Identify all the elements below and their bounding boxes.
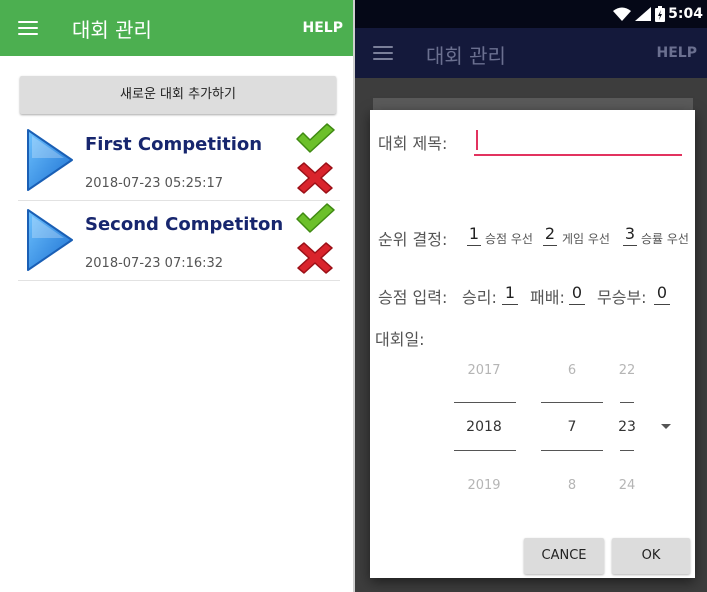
title-input[interactable] — [474, 128, 682, 156]
month-prev[interactable]: 6 — [542, 363, 602, 378]
delete-icon[interactable] — [294, 242, 336, 274]
rank-order-3-text: 승률 우선 — [641, 232, 689, 246]
rank-order-3-clip: 승률 우선 — [641, 230, 691, 247]
points-label: 승점 입력: — [378, 288, 448, 307]
app-bar: 대회 관리 HELP — [0, 0, 353, 56]
ok-button[interactable]: OK — [612, 538, 690, 574]
rank-label: 순위 결정: — [378, 230, 448, 249]
wifi-icon — [613, 7, 631, 21]
text-cursor — [476, 130, 478, 150]
draw-label: 무승부: — [597, 288, 647, 307]
day-divider-bottom — [620, 450, 634, 451]
competition-list-screen: 대회 관리 HELP 새로운 대회 추가하기 First Competition… — [0, 0, 353, 592]
competition-name: Second Competiton — [85, 214, 284, 235]
year-divider-bottom — [454, 450, 516, 451]
add-competition-button[interactable]: 새로운 대회 추가하기 — [20, 76, 336, 114]
rank-order-1-text: 승점 우선 — [485, 232, 533, 246]
delete-icon[interactable] — [294, 162, 336, 194]
play-icon[interactable] — [24, 206, 76, 274]
draw-points-input[interactable]: 0 — [654, 282, 670, 305]
date-label: 대회일: — [375, 330, 425, 349]
month-selected[interactable]: 7 — [542, 419, 602, 435]
day-next[interactable]: 24 — [612, 478, 642, 493]
month-divider-bottom — [541, 450, 603, 451]
menu-icon — [373, 45, 393, 61]
check-icon[interactable] — [294, 122, 336, 154]
win-points-input[interactable]: 1 — [502, 282, 518, 305]
app-title: 대회 관리 — [426, 44, 506, 68]
rank-order-1-input[interactable]: 1 — [467, 223, 481, 246]
status-time: 5:04 — [668, 6, 703, 22]
rank-order-3-input[interactable]: 3 — [623, 223, 637, 246]
day-divider-top — [620, 402, 634, 403]
app-bar: 대회 관리 HELP — [355, 28, 707, 78]
status-bar: 5:04 — [355, 0, 707, 28]
competition-date: 2018-07-23 07:16:32 — [85, 256, 224, 271]
day-prev[interactable]: 22 — [612, 363, 642, 378]
app-title: 대회 관리 — [72, 18, 152, 42]
help-button[interactable]: HELP — [303, 20, 343, 36]
competition-name: First Competition — [85, 134, 263, 155]
year-prev[interactable]: 2017 — [454, 363, 514, 378]
add-competition-screen: 5:04 대회 관리 HELP 대회 제목: 순위 결정: 1 승점 우선 2 … — [355, 0, 707, 592]
check-icon[interactable] — [294, 202, 336, 234]
loss-points-input[interactable]: 0 — [569, 282, 585, 305]
rank-order-2-text: 게임 우선 — [562, 232, 610, 246]
dropdown-arrow-icon[interactable] — [661, 424, 671, 429]
loss-label: 패배: — [530, 288, 565, 307]
add-competition-dialog: 대회 제목: 순위 결정: 1 승점 우선 2 게임 우선 3 승률 우선 승점… — [370, 110, 695, 578]
cancel-button[interactable]: CANCE — [524, 538, 604, 574]
battery-icon — [655, 6, 665, 22]
win-label: 승리: — [462, 288, 497, 307]
year-next[interactable]: 2019 — [454, 478, 514, 493]
month-divider-top — [541, 402, 603, 403]
competition-row[interactable]: Second Competiton 2018-07-23 07:16:32 — [18, 202, 340, 281]
title-label: 대회 제목: — [378, 134, 448, 153]
menu-icon[interactable] — [18, 20, 38, 36]
year-divider-top — [454, 402, 516, 403]
month-next[interactable]: 8 — [542, 478, 602, 493]
help-button: HELP — [656, 45, 697, 61]
signal-icon — [635, 7, 651, 21]
competition-date: 2018-07-23 05:25:17 — [85, 176, 224, 191]
rank-order-2-input[interactable]: 2 — [543, 223, 557, 246]
day-selected[interactable]: 23 — [612, 419, 642, 435]
play-icon[interactable] — [24, 126, 76, 194]
competition-row[interactable]: First Competition 2018-07-23 05:25:17 — [18, 122, 340, 201]
year-selected[interactable]: 2018 — [454, 419, 514, 435]
